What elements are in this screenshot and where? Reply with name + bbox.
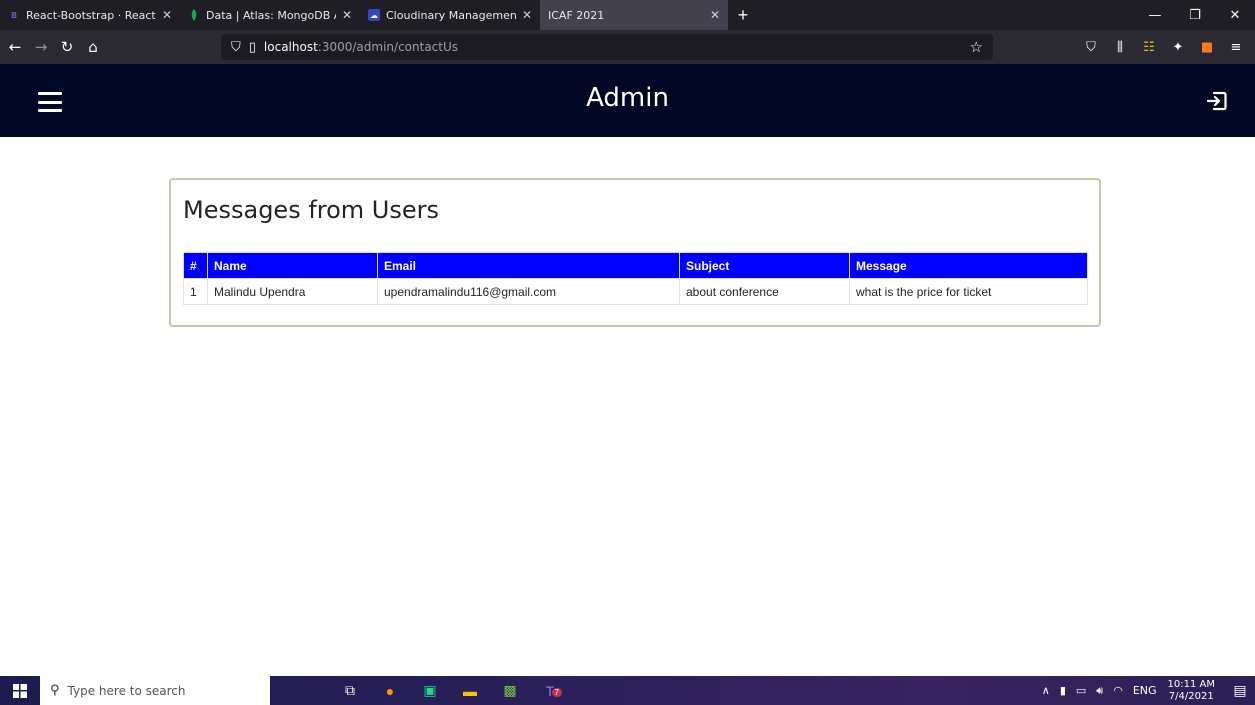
notification-center-icon[interactable]: ▤	[1225, 683, 1255, 699]
minimize-icon[interactable]: —	[1135, 0, 1175, 30]
reload-icon[interactable]: ↻	[56, 36, 78, 58]
taskbar-pinned-apps: ⧉ ● ▣ ▬ ▩ T7	[330, 676, 570, 705]
extension-orange-icon[interactable]: ■	[1194, 36, 1220, 58]
firefox-icon[interactable]: ●	[370, 676, 410, 705]
tab-close-icon[interactable]: ✕	[342, 8, 352, 22]
browser-toolbar: ← → ↻ ⌂ ⛉ ▯ localhost:3000/admin/contact…	[0, 30, 1255, 64]
react-bootstrap-icon: B	[10, 10, 18, 20]
browser-tab-react-bootstrap[interactable]: B React-Bootstrap · React-Bootstr ✕	[0, 0, 180, 30]
chevron-up-icon[interactable]: ∧	[1042, 684, 1050, 697]
extension-icon[interactable]: ✦	[1165, 36, 1191, 58]
table-header-row: # Name Email Subject Message	[183, 252, 1088, 279]
windows-start-icon[interactable]	[0, 676, 40, 705]
tab-title: Cloudinary Management Conso	[386, 8, 516, 22]
page-title: Admin	[586, 83, 669, 113]
image-viewer-icon[interactable]: ▩	[490, 676, 530, 705]
tab-close-icon[interactable]: ✕	[522, 8, 532, 22]
browser-tab-strip: B React-Bootstrap · React-Bootstr ✕ Data…	[0, 0, 1255, 30]
task-view-icon[interactable]: ⧉	[330, 676, 370, 705]
url-path: :3000/admin/contactUs	[317, 40, 459, 54]
column-header-message: Message	[849, 252, 1088, 279]
system-tray: ∧ ▮ ▭ 🔊︎ ◠ ENG 10:11 AM 7/4/2021 ▤	[1037, 676, 1255, 705]
volume-icon[interactable]: 🔊︎	[1096, 684, 1103, 698]
browser-tab-cloudinary[interactable]: ☁ Cloudinary Management Conso ✕	[360, 0, 540, 30]
tab-close-icon[interactable]: ✕	[162, 8, 172, 22]
browser-tab-mongodb[interactable]: Data | Atlas: MongoDB Atlas ✕	[180, 0, 360, 30]
toolbar-extensions: ⛉ ⫼ ☷ ✦ ■ ≡	[1075, 30, 1249, 64]
extension-list-icon[interactable]: ☷	[1136, 36, 1162, 58]
column-header-email: Email	[377, 252, 680, 279]
window-close-icon[interactable]: ✕	[1215, 0, 1255, 30]
column-header-number: #	[183, 252, 208, 279]
address-bar[interactable]: ⛉ ▯ localhost:3000/admin/contactUs ☆	[221, 34, 993, 60]
shield-icon: ⛉	[231, 39, 241, 55]
taskbar-clock[interactable]: 10:11 AM 7/4/2021	[1168, 679, 1215, 703]
windows-taskbar: ⚲ Type here to search ⧉ ● ▣ ▬ ▩ T7 ∧ ▮ ▭…	[0, 676, 1255, 705]
cell-email: upendramalindu116@gmail.com	[377, 278, 680, 305]
teams-icon[interactable]: T7	[530, 676, 570, 705]
tab-title: React-Bootstrap · React-Bootstr	[26, 8, 156, 22]
wifi-icon[interactable]: ◠	[1113, 684, 1123, 697]
messages-table: # Name Email Subject Message 1 Malindu U…	[183, 252, 1088, 305]
app-menu-icon[interactable]: ≡	[1223, 36, 1249, 58]
file-explorer-icon[interactable]: ▬	[450, 676, 490, 705]
pocket-icon[interactable]: ⛉	[1078, 36, 1104, 58]
new-tab-plus-icon[interactable]: +	[728, 0, 758, 30]
app-header: Admin	[0, 64, 1255, 137]
mongodb-leaf-icon	[188, 9, 200, 21]
page-icon: ▯	[248, 39, 256, 55]
bookmark-star-icon[interactable]: ☆	[970, 38, 983, 56]
webstorm-icon[interactable]: ▣	[410, 676, 450, 705]
battery-icon[interactable]: ▭	[1076, 684, 1086, 697]
home-icon[interactable]: ⌂	[82, 36, 104, 58]
window-controls: — ❐ ✕	[1135, 0, 1255, 30]
cell-subject: about conference	[679, 278, 850, 305]
cell-number: 1	[183, 278, 208, 305]
language-indicator[interactable]: ENG	[1133, 684, 1157, 697]
cell-message: what is the price for ticket	[849, 278, 1088, 305]
column-header-name: Name	[207, 252, 378, 279]
clock-time: 10:11 AM	[1167, 678, 1215, 690]
library-icon[interactable]: ⫼	[1107, 36, 1133, 58]
card-title: Messages from Users	[183, 196, 440, 224]
messages-card: Messages from Users # Name Email Subject…	[169, 178, 1101, 327]
forward-arrow-icon[interactable]: →	[30, 36, 52, 58]
browser-tab-icaf[interactable]: ICAF 2021 ✕	[540, 0, 728, 30]
taskbar-search-input[interactable]: ⚲ Type here to search	[40, 676, 270, 705]
microphone-icon[interactable]: ▮	[1060, 684, 1066, 697]
table-row: 1 Malindu Upendra upendramalindu116@gmai…	[183, 278, 1088, 305]
search-icon: ⚲	[50, 683, 60, 698]
tab-title: Data | Atlas: MongoDB Atlas	[206, 8, 336, 22]
column-header-subject: Subject	[679, 252, 850, 279]
back-arrow-icon[interactable]: ←	[4, 36, 26, 58]
cloudinary-icon: ☁	[368, 9, 380, 21]
tab-close-icon[interactable]: ✕	[710, 8, 720, 22]
search-placeholder: Type here to search	[67, 683, 186, 698]
clock-date: 7/4/2021	[1168, 690, 1214, 702]
tab-title: ICAF 2021	[548, 8, 605, 22]
logout-icon[interactable]	[1205, 89, 1229, 113]
restore-icon[interactable]: ❐	[1175, 0, 1215, 30]
teams-badge: 7	[551, 688, 562, 697]
cell-name: Malindu Upendra	[207, 278, 378, 305]
url-host: localhost	[263, 40, 318, 54]
